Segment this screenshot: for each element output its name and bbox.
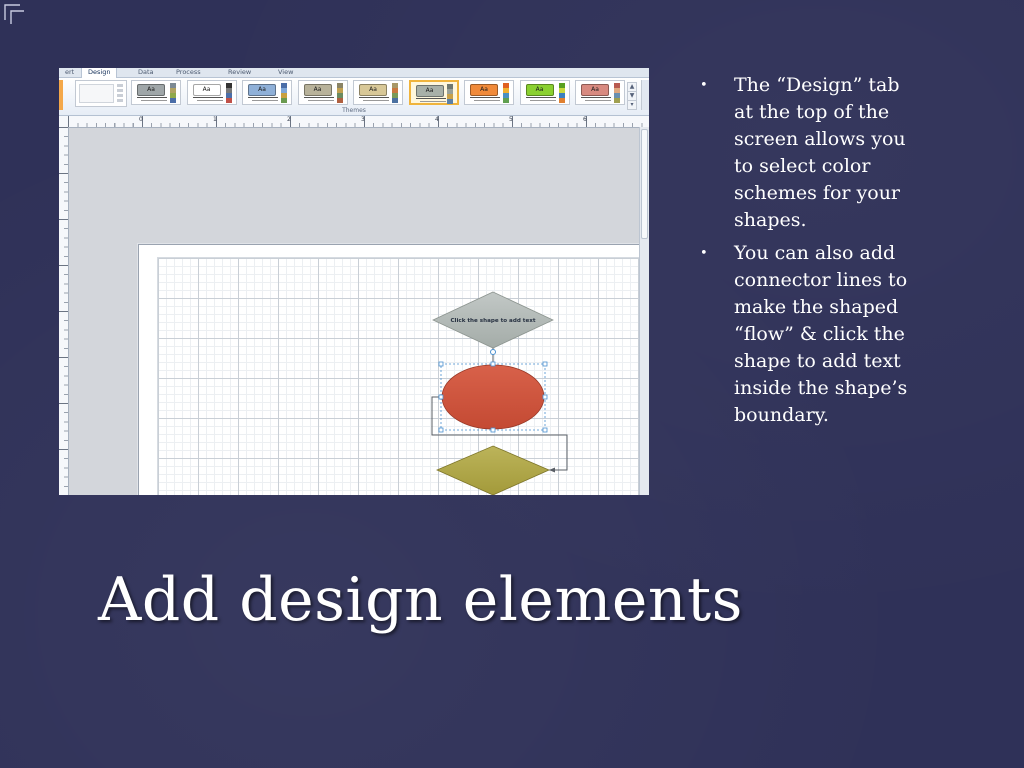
diamond-shape-top[interactable]: Click the shape to add text	[432, 291, 554, 349]
resize-handle	[438, 427, 444, 433]
bullet-list: • The “Design” tab at the top of the scr…	[700, 72, 922, 435]
bullet-marker: •	[700, 78, 708, 93]
resize-handle	[438, 394, 444, 400]
slide: { "slide": { "title": "Add design elemen…	[0, 0, 1024, 768]
resize-handle	[438, 361, 444, 367]
bullet-text: You can also add connector lines to make…	[734, 242, 908, 426]
flowchart: Click the shape to add text	[431, 291, 568, 495]
bullet-item: • You can also add connector lines to ma…	[700, 240, 922, 429]
bullet-text: The “Design” tab at the top of the scree…	[734, 74, 906, 231]
slide-title: Add design elements	[98, 565, 743, 635]
resize-handle	[542, 427, 548, 433]
scrollbar-thumb[interactable]	[641, 129, 648, 239]
resize-handle	[542, 361, 548, 367]
resize-handle	[490, 427, 496, 433]
vertical-scrollbar[interactable]	[639, 127, 649, 495]
ellipse-shape-selected[interactable]	[438, 349, 548, 433]
diamond-text[interactable]: Click the shape to add text	[450, 318, 535, 324]
resize-handle	[542, 394, 548, 400]
bullet-item: • The “Design” tab at the top of the scr…	[700, 72, 922, 234]
diamond-shape-bottom[interactable]	[436, 445, 550, 495]
rotation-handle	[490, 349, 496, 355]
visio-screenshot: ert Design Data Process Review View Aa Aa Aa Aa A…	[59, 68, 649, 495]
resize-handle	[490, 361, 496, 367]
bullet-marker: •	[700, 246, 708, 261]
corner-bracket-decoration	[4, 4, 24, 24]
